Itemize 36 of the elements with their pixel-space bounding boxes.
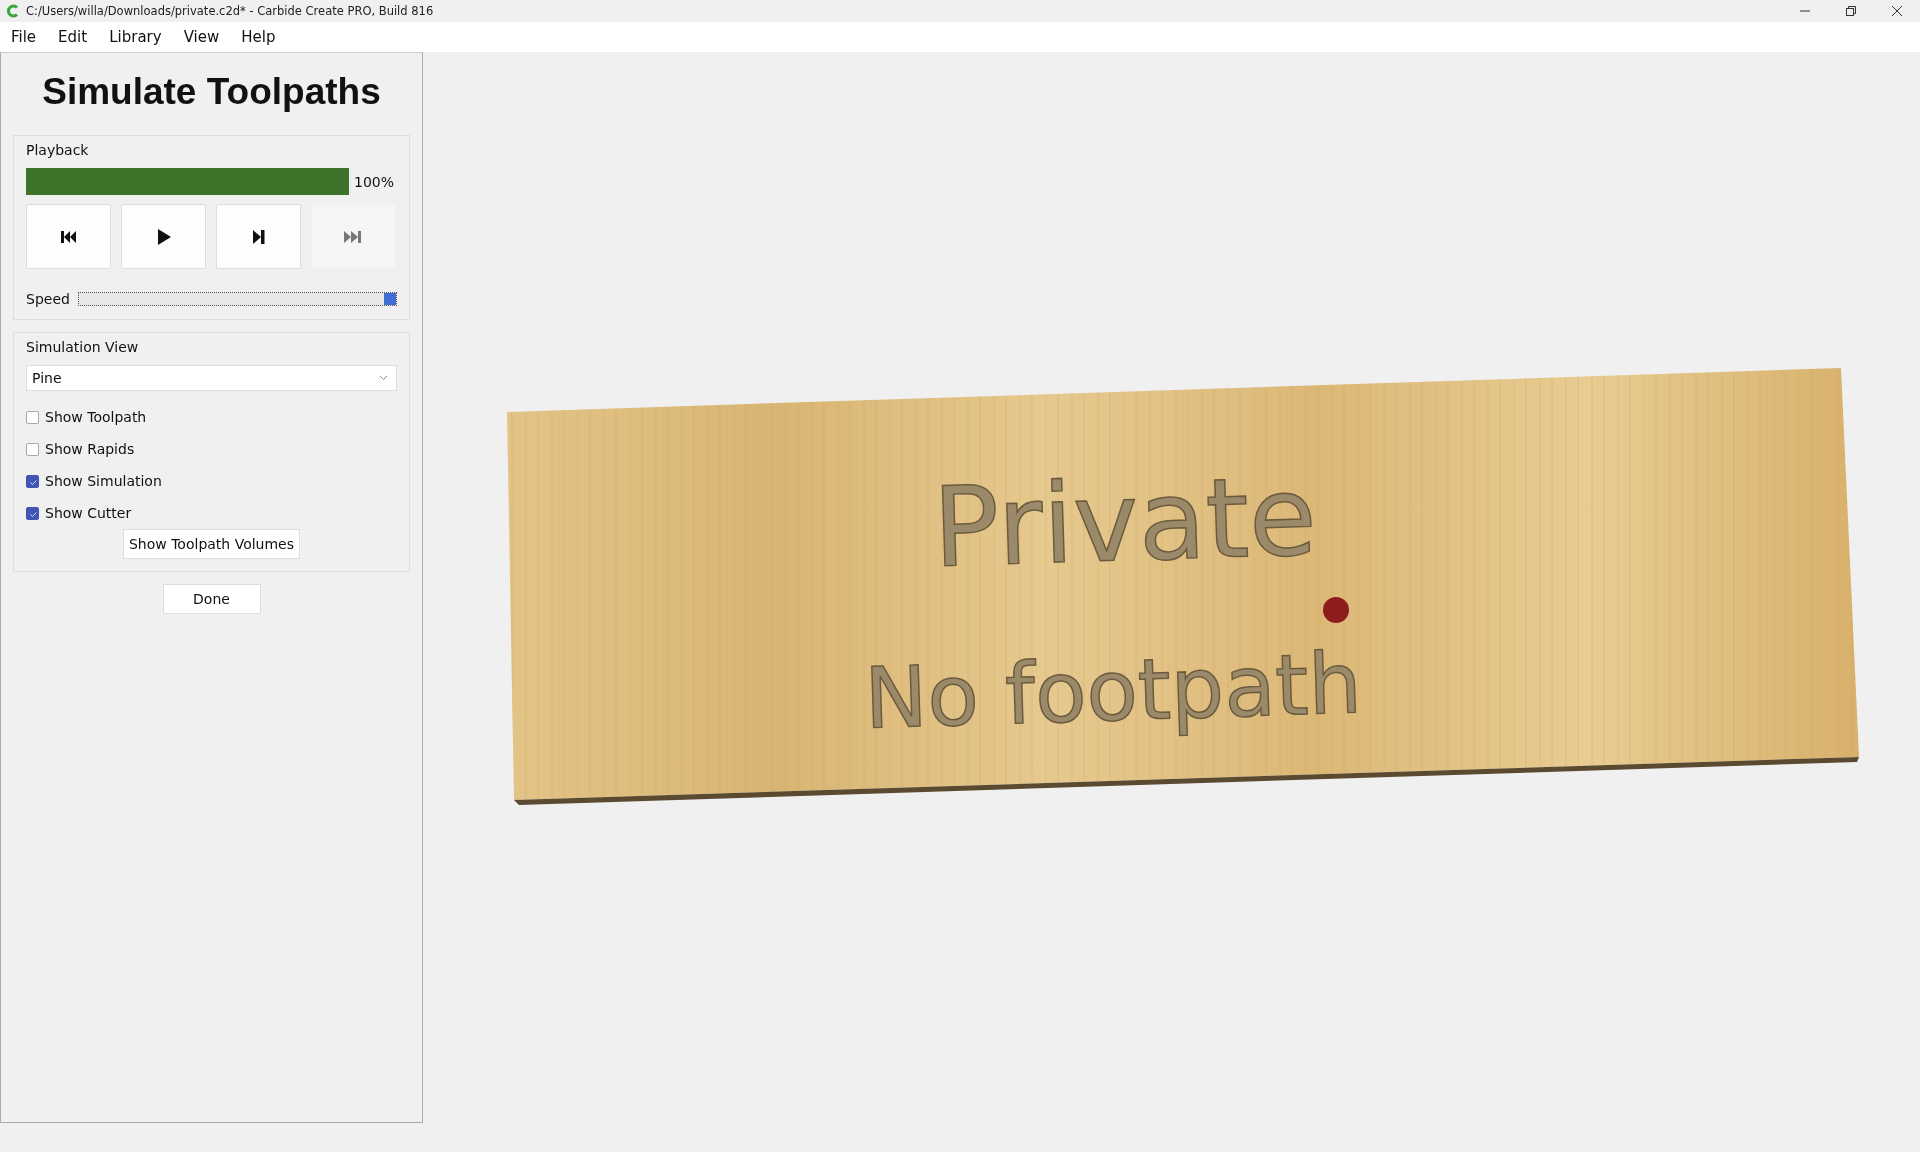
app-logo-icon bbox=[6, 4, 20, 18]
speed-slider[interactable] bbox=[77, 292, 397, 306]
close-icon[interactable] bbox=[1891, 5, 1903, 17]
window-title: C:/Users/willa/Downloads/private.c2d* - Carbide Create PRO, Build 816 bbox=[26, 4, 434, 18]
material-dropdown[interactable]: Pine bbox=[26, 365, 397, 391]
checkbox-option[interactable]: Show Rapids bbox=[26, 433, 397, 465]
play-icon bbox=[155, 227, 172, 246]
group-label: Simulation View bbox=[26, 339, 140, 355]
group-label: Playback bbox=[26, 142, 90, 158]
menu-item[interactable]: File bbox=[4, 28, 44, 46]
skip-back-button[interactable] bbox=[26, 204, 111, 269]
show-volumes-button[interactable]: Show Toolpath Volumes bbox=[122, 529, 301, 559]
skip-back-icon bbox=[59, 228, 78, 245]
menu-item[interactable]: Library bbox=[102, 28, 169, 46]
engraved-text: No footpath bbox=[863, 634, 1364, 748]
progress-reading: 100% bbox=[354, 173, 395, 190]
cutter-marker bbox=[1323, 597, 1349, 623]
panel-heading: Simulate Toolpaths bbox=[41, 71, 382, 113]
engraved-text: Private bbox=[931, 452, 1319, 592]
slider-thumb[interactable] bbox=[384, 293, 396, 305]
checkbox[interactable] bbox=[26, 410, 39, 424]
menu-item[interactable]: Help bbox=[234, 28, 283, 46]
checkbox-option[interactable]: Show Simulation bbox=[26, 465, 397, 497]
restore-icon[interactable] bbox=[1845, 5, 1857, 17]
menu-item[interactable]: Edit bbox=[51, 28, 95, 46]
menu-item[interactable]: View bbox=[176, 28, 227, 46]
done-button[interactable]: Done bbox=[162, 584, 261, 614]
checkbox[interactable] bbox=[26, 506, 39, 520]
step-forward-icon bbox=[251, 227, 266, 246]
chevron-down-icon bbox=[379, 375, 388, 381]
checkbox-option[interactable]: Show Toolpath bbox=[26, 401, 397, 433]
step-forward-button[interactable] bbox=[216, 204, 301, 269]
checkbox[interactable] bbox=[26, 474, 39, 488]
speed-label: Speed bbox=[26, 291, 70, 307]
checkbox-option[interactable]: Show Cutter bbox=[26, 497, 397, 529]
checkbox[interactable] bbox=[26, 442, 39, 456]
